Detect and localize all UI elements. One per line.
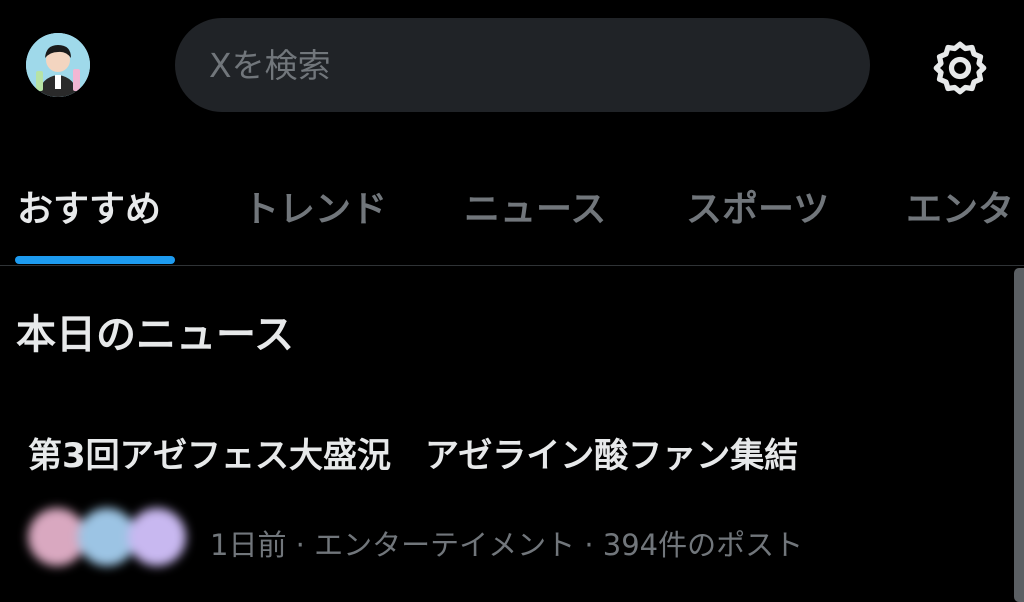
tab-trending[interactable]: トレンド	[243, 180, 387, 232]
tab-sports[interactable]: スポーツ	[686, 180, 829, 232]
news-meta: 1日前 · エンターテイメント · 394件のポスト	[210, 528, 804, 562]
avatar-illustration	[26, 33, 90, 97]
search-bar[interactable]	[175, 17, 870, 113]
active-tab-indicator	[15, 256, 175, 264]
poster-avatar	[128, 508, 186, 566]
search-input[interactable]	[207, 17, 870, 113]
section-title: 本日のニュース	[16, 312, 294, 358]
tab-entertainment[interactable]: エンタ	[906, 180, 1014, 232]
explore-page: おすすめ トレンド ニュース スポーツ エンタ 本日のニュース 第3回アゼフェス…	[0, 0, 1024, 602]
tab-news[interactable]: ニュース	[464, 180, 606, 232]
gear-icon[interactable]	[930, 38, 990, 98]
poster-avatars	[28, 508, 188, 568]
explore-tabs: おすすめ トレンド ニュース スポーツ エンタ	[0, 160, 1024, 266]
avatar[interactable]	[26, 33, 90, 97]
scrollbar[interactable]	[1014, 268, 1024, 602]
news-headline: 第3回アゼフェス大盛況 アゼライン酸ファン集結	[28, 436, 799, 476]
news-item[interactable]: 第3回アゼフェス大盛況 アゼライン酸ファン集結 1日前 · エンターテイメント …	[0, 400, 1010, 602]
tab-recommended[interactable]: おすすめ	[17, 180, 161, 232]
